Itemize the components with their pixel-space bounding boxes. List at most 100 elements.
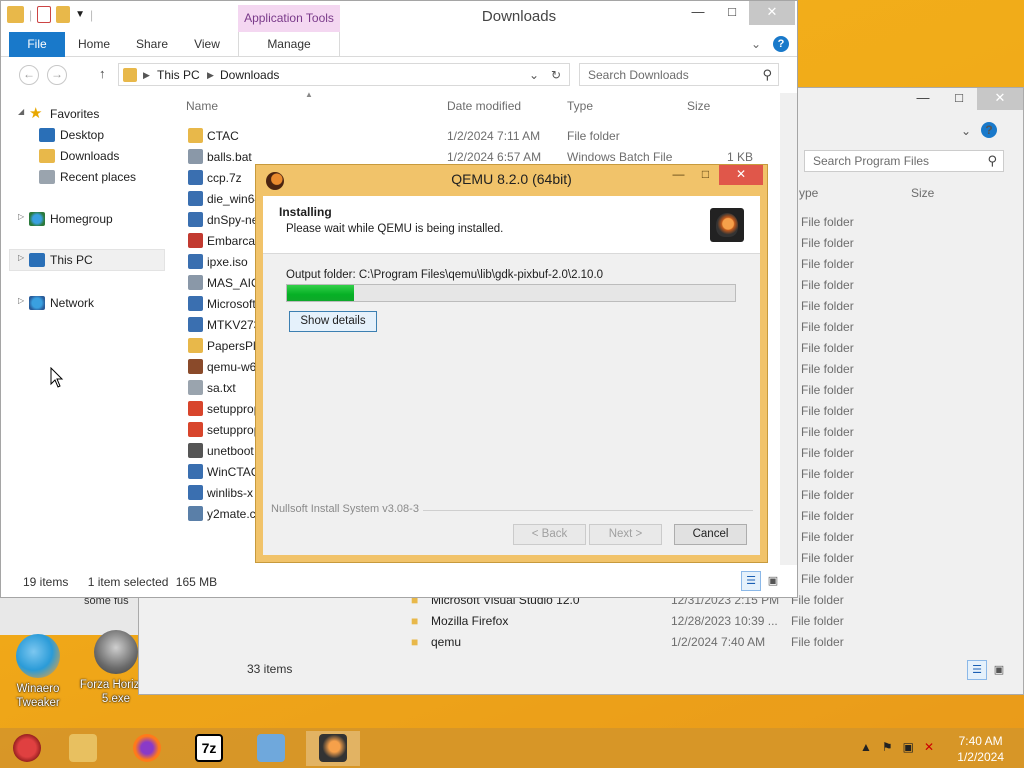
minimize-button[interactable]: — — [681, 1, 715, 25]
nsis-branding: Nullsoft Install System v3.08-3 — [271, 503, 419, 515]
back-button[interactable]: < Back — [513, 524, 586, 545]
up-button[interactable]: ↑ — [99, 66, 106, 81]
page-title: Installing — [279, 205, 332, 219]
chevron-down-icon[interactable]: ⌄ — [961, 124, 971, 138]
column-type[interactable]: ype — [799, 186, 818, 200]
file-name: unetboot — [207, 444, 254, 458]
expand-icon[interactable]: ▷ — [18, 296, 24, 305]
flag-icon[interactable]: ⚑ — [882, 740, 893, 754]
item-name: Mozilla Firefox — [431, 614, 509, 628]
divider — [423, 510, 753, 511]
show-details-button[interactable]: Show details — [289, 311, 377, 332]
search-input[interactable]: Search Downloads ⚲ — [579, 63, 779, 86]
column-date-modified[interactable]: Date modified — [447, 99, 521, 113]
expand-icon[interactable]: ▷ — [18, 253, 24, 262]
expand-ribbon-icon[interactable]: ⌄ — [751, 37, 761, 51]
large-icons-view-button[interactable]: ▣ — [989, 660, 1009, 680]
item-type: File folder — [791, 614, 844, 628]
list-item[interactable]: ■ Mozilla Firefox 12/28/2023 10:39 ... F… — [139, 611, 1024, 632]
list-item[interactable]: ■ qemu 1/2/2024 7:40 AM File folder — [139, 632, 1024, 653]
nav-downloads[interactable]: Downloads — [9, 145, 165, 167]
column-name[interactable]: Name — [186, 99, 218, 113]
breadcrumb-this-pc[interactable]: This PC — [157, 68, 200, 82]
details-view-button[interactable]: ☰ — [741, 571, 761, 591]
refresh-icon[interactable]: ↻ — [551, 68, 561, 82]
item-type: File folder — [801, 236, 854, 250]
file-name: Microsoft — [207, 297, 256, 311]
tab-share[interactable]: Share — [129, 32, 175, 57]
network-tray-icon[interactable]: ▣ — [903, 740, 914, 754]
maximize-button[interactable]: □ — [715, 1, 749, 25]
file-type: File folder — [567, 129, 620, 143]
forward-button[interactable]: → — [47, 65, 67, 85]
large-icons-view-button[interactable]: ▣ — [763, 571, 783, 591]
details-view-button[interactable]: ☰ — [967, 660, 987, 680]
nav-network[interactable]: ▷ Network — [9, 292, 165, 314]
address-dropdown-icon[interactable]: ⌄ — [529, 68, 539, 82]
minimize-button[interactable]: — — [905, 88, 941, 110]
tab-manage[interactable]: Manage — [238, 32, 340, 57]
desktop-icon-winaero[interactable]: Winaero Tweaker — [8, 634, 68, 710]
nav-this-pc[interactable]: ▷ This PC — [9, 249, 165, 271]
nav-favorites[interactable]: ◢ ★ Favorites — [9, 103, 165, 125]
back-button[interactable]: ← — [19, 65, 39, 85]
help-icon[interactable]: ? — [981, 122, 997, 138]
minimize-button[interactable]: — — [665, 165, 692, 185]
taskbar-file-explorer[interactable] — [56, 731, 110, 766]
file-date: 1/2/2024 6:57 AM — [447, 150, 542, 164]
scrollbar[interactable] — [998, 198, 1015, 464]
taskbar-firefox[interactable] — [120, 731, 174, 766]
taskbar-7zip[interactable]: 7z — [182, 731, 236, 766]
network-icon — [29, 296, 45, 310]
start-button[interactable] — [0, 731, 54, 766]
breadcrumb-chevron-icon[interactable]: ▶ — [143, 70, 150, 81]
taskbar-qemu-installer[interactable] — [306, 731, 360, 766]
qemu-logo-icon — [710, 208, 744, 242]
maximize-button[interactable]: □ — [941, 88, 977, 110]
output-folder-text: Output folder: C:\Program Files\qemu\lib… — [286, 269, 604, 281]
tab-home[interactable]: Home — [71, 32, 117, 57]
sort-ascending-icon: ▲ — [305, 90, 313, 99]
close-button[interactable]: ✕ — [749, 1, 795, 25]
desktop-icon-label: Winaero Tweaker — [16, 683, 60, 709]
qemu-installer-dialog[interactable]: QEMU 8.2.0 (64bit) — □ ✕ Installing Plea… — [255, 164, 768, 563]
taskbar-control-panel[interactable] — [244, 731, 298, 766]
file-icon — [188, 296, 203, 311]
close-button[interactable]: ✕ — [977, 88, 1023, 110]
file-name: MTKV273 — [207, 318, 261, 332]
expand-icon[interactable]: ▷ — [18, 212, 24, 221]
show-hidden-icons-icon[interactable]: ▲ — [860, 740, 872, 754]
nav-homegroup[interactable]: ▷ Homegroup — [9, 208, 165, 230]
file-icon — [188, 128, 203, 143]
file-icon — [188, 275, 203, 290]
tab-view[interactable]: View — [185, 32, 229, 57]
next-button[interactable]: Next > — [589, 524, 662, 545]
address-bar[interactable]: ▶ This PC ▶ Downloads ⌄ ↻ — [118, 63, 570, 86]
clock[interactable]: 7:40 AM 1/2/2024 — [957, 733, 1004, 765]
file-icon — [188, 338, 203, 353]
close-button[interactable]: ✕ — [719, 165, 763, 185]
breadcrumb-chevron-icon[interactable]: ▶ — [207, 70, 214, 81]
column-size[interactable]: Size — [911, 186, 934, 200]
help-icon[interactable]: ? — [773, 36, 789, 52]
scrollbar[interactable] — [780, 93, 797, 565]
nav-desktop[interactable]: Desktop — [9, 124, 165, 146]
file-name: setupprop — [207, 423, 261, 437]
item-type: File folder — [801, 362, 854, 376]
downloads-icon — [39, 149, 55, 163]
file-name: MAS_AIO — [207, 276, 261, 290]
maximize-button[interactable]: □ — [692, 165, 719, 185]
breadcrumb-downloads[interactable]: Downloads — [220, 68, 279, 82]
expand-icon[interactable]: ◢ — [18, 107, 24, 116]
column-size[interactable]: Size — [687, 99, 710, 113]
column-type[interactable]: Type — [567, 99, 593, 113]
nav-recent-places[interactable]: Recent places — [9, 166, 165, 188]
item-type: File folder — [801, 299, 854, 313]
file-explorer-icon — [69, 734, 97, 762]
file-row[interactable]: CTAC 1/2/2024 7:11 AM File folder — [181, 125, 781, 146]
file-icon — [188, 485, 203, 500]
cancel-button[interactable]: Cancel — [674, 524, 747, 545]
tab-file[interactable]: File — [9, 32, 65, 57]
search-input[interactable]: Search Program Files ⚲ — [804, 150, 1004, 172]
volume-muted-icon[interactable]: ✕ — [924, 740, 934, 754]
